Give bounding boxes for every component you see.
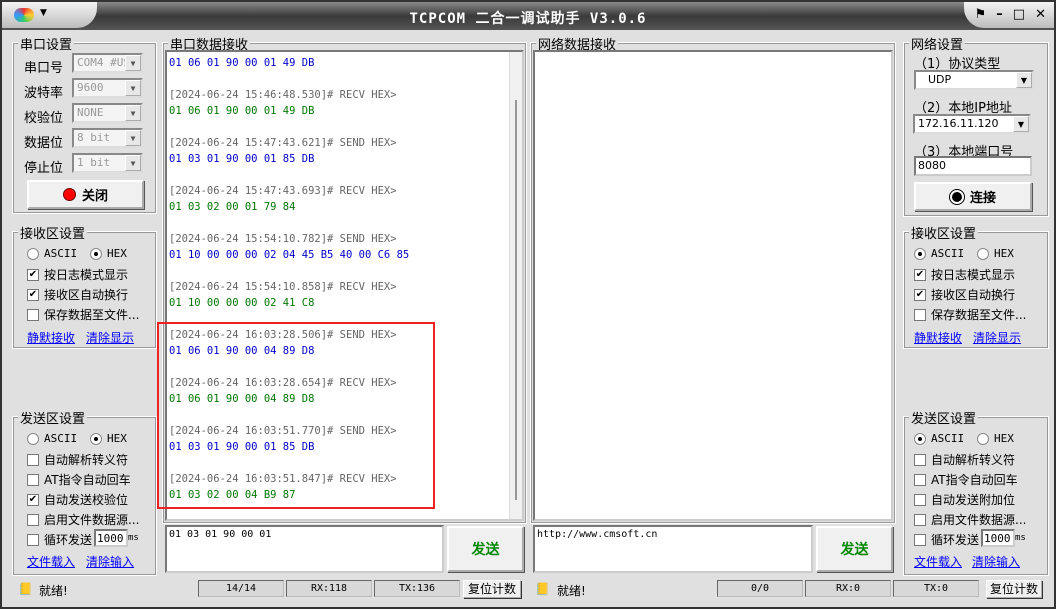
connect-button[interactable]: 连接 [914, 182, 1032, 211]
net-tx-count: TX:0 [893, 580, 979, 597]
net-reset-count-button[interactable]: 复位计数 [986, 580, 1042, 598]
log-data: 01 06 01 90 00 01 49 DB [169, 57, 315, 69]
net-ready-icon: 📒 [535, 582, 550, 596]
log-header: [2024-06-24 15:54:10.782]# SEND HEX> [169, 233, 397, 245]
window-title: TCPCOM 二合一调试助手 V3.0.6 [409, 11, 647, 27]
net-auto-wrap-checkbox[interactable]: ✔ 接收区自动换行 [914, 286, 1015, 303]
log-blank [169, 119, 520, 135]
loop-send-checkbox[interactable]: 循环发送 [27, 531, 92, 548]
log-header: [2024-06-24 15:47:43.693]# RECV HEX> [169, 185, 397, 197]
net-escape-checkbox[interactable]: 自动解析转义符 [914, 451, 1015, 468]
ready-icon: 📒 [18, 582, 33, 596]
net-recv-ascii-radio[interactable]: ASCII [914, 247, 964, 260]
log-header: [2024-06-24 15:46:48.530]# RECV HEX> [169, 89, 397, 101]
serial-tx-count: TX:136 [374, 580, 460, 597]
at-checkbox[interactable]: AT指令自动回车 [27, 471, 131, 488]
port-select[interactable]: COM4 #US ▼ [72, 53, 143, 73]
title-bar: ▼ TCPCOM 二合一调试助手 V3.0.6 ⚑ – □ ✕ [2, 2, 1054, 30]
log-blank [169, 167, 520, 183]
net-load-file-link[interactable]: 文件载入 [914, 553, 962, 570]
net-save-file-checkbox[interactable]: 保存数据至文件... [914, 306, 1026, 323]
databits-select[interactable]: 8 bit ▼ [72, 128, 143, 148]
minimize-button[interactable]: – [996, 7, 1003, 28]
serial-send-button[interactable]: 发送 [447, 526, 524, 572]
net-file-source-checkbox[interactable]: 启用文件数据源... [914, 511, 1026, 528]
status-led-icon [62, 188, 76, 201]
net-silent-recv-link[interactable]: 静默接收 [914, 329, 962, 346]
log-data: 01 10 00 00 00 02 41 C8 [169, 297, 315, 309]
recv-hex-radio[interactable]: HEX [90, 247, 127, 260]
stopbits-label: 停止位 [24, 161, 64, 176]
log-data: 01 03 02 00 01 79 84 [169, 201, 296, 213]
net-send-ascii-radio[interactable]: ASCII [914, 432, 964, 445]
net-send-hex-radio[interactable]: HEX [977, 432, 1014, 445]
load-file-link[interactable]: 文件载入 [27, 553, 75, 570]
net-log-mode-checkbox[interactable]: ✔ 按日志模式显示 [914, 266, 1015, 283]
maximize-button[interactable]: □ [1013, 7, 1025, 28]
log-header: [2024-06-24 15:54:10.858]# RECV HEX> [169, 281, 397, 293]
serial-send-input[interactable]: 01 03 01 90 00 01 [165, 525, 444, 573]
net-recv-area[interactable] [533, 50, 893, 521]
connect-status-icon [948, 188, 965, 205]
serial-rx-count: RX:118 [286, 580, 372, 597]
log-blank [169, 71, 520, 87]
baud-label: 波特率 [24, 86, 64, 101]
group-title: 串口设置 [18, 34, 75, 53]
pin-icon[interactable]: ⚑ [975, 7, 987, 28]
net-loop-send-checkbox[interactable]: 循环发送 [914, 531, 979, 548]
ip-select[interactable]: 172.16.11.120 ▼ [913, 114, 1031, 134]
parity-label: 校验位 [24, 111, 64, 126]
log-blank [169, 215, 520, 231]
net-send-button[interactable]: 发送 [816, 526, 893, 572]
net-loop-interval-input[interactable]: 1000 [981, 529, 1015, 547]
ms-label: ms [128, 533, 139, 543]
net-clear-display-link[interactable]: 清除显示 [973, 329, 1021, 346]
recv-ascii-radio[interactable]: ASCII [27, 247, 77, 260]
log-blank [169, 263, 520, 279]
log-mode-checkbox[interactable]: ✔ 按日志模式显示 [27, 266, 128, 283]
escape-checkbox[interactable]: 自动解析转义符 [27, 451, 128, 468]
save-file-checkbox[interactable]: 保存数据至文件... [27, 306, 139, 323]
send-hex-radio[interactable]: HEX [90, 432, 127, 445]
databits-label: 数据位 [24, 136, 64, 151]
close-port-button[interactable]: 关闭 [27, 180, 144, 209]
file-source-checkbox[interactable]: 启用文件数据源... [27, 511, 139, 528]
net-clear-input-link[interactable]: 清除输入 [972, 553, 1020, 570]
close-button[interactable]: ✕ [1035, 7, 1046, 28]
baud-select[interactable]: 9600 ▼ [72, 78, 143, 98]
app-window: ▼ TCPCOM 二合一调试助手 V3.0.6 ⚑ – □ ✕ 串口设置 串口号 CO… [0, 0, 1056, 609]
net-frame-count: 0/0 [717, 580, 803, 597]
port-input[interactable]: 8080 [914, 156, 1032, 176]
highlight-box [157, 322, 435, 509]
net-ms-label: ms [1015, 533, 1026, 543]
net-status-text: 就绪! [557, 584, 586, 598]
auto-wrap-checkbox[interactable]: ✔ 接收区自动换行 [27, 286, 128, 303]
net-send-input[interactable]: http://www.cmsoft.cn [533, 525, 813, 573]
net-append-checkbox[interactable]: 自动发送附加位 [914, 491, 1015, 508]
parity-select[interactable]: NONE ▼ [72, 103, 143, 123]
send-ascii-radio[interactable]: ASCII [27, 432, 77, 445]
net-at-checkbox[interactable]: AT指令自动回车 [914, 471, 1018, 488]
serial-frame-count: 14/14 [198, 580, 284, 597]
clear-input-link[interactable]: 清除输入 [86, 553, 134, 570]
loop-interval-input[interactable]: 1000 [94, 529, 128, 547]
log-data: 01 10 00 00 00 02 04 45 B5 40 00 C6 85 [169, 249, 410, 261]
net-recv-hex-radio[interactable]: HEX [977, 247, 1014, 260]
port-label: 串口号 [24, 61, 64, 76]
scrollbar[interactable] [509, 52, 522, 519]
log-data: 01 06 01 90 00 01 49 DB [169, 105, 315, 117]
stopbits-select[interactable]: 1 bit ▼ [72, 153, 143, 173]
silent-recv-link[interactable]: 静默接收 [27, 329, 75, 346]
log-data: 01 03 01 90 00 01 85 DB [169, 153, 315, 165]
serial-reset-count-button[interactable]: 复位计数 [463, 580, 521, 598]
serial-status-text: 就绪! [39, 584, 68, 598]
protocol-select[interactable]: UDP ▼ [914, 70, 1034, 90]
checksum-checkbox[interactable]: ✔ 自动发送校验位 [27, 491, 128, 508]
clear-display-link[interactable]: 清除显示 [86, 329, 134, 346]
net-rx-count: RX:0 [805, 580, 891, 597]
log-header: [2024-06-24 15:47:43.621]# SEND HEX> [169, 137, 397, 149]
